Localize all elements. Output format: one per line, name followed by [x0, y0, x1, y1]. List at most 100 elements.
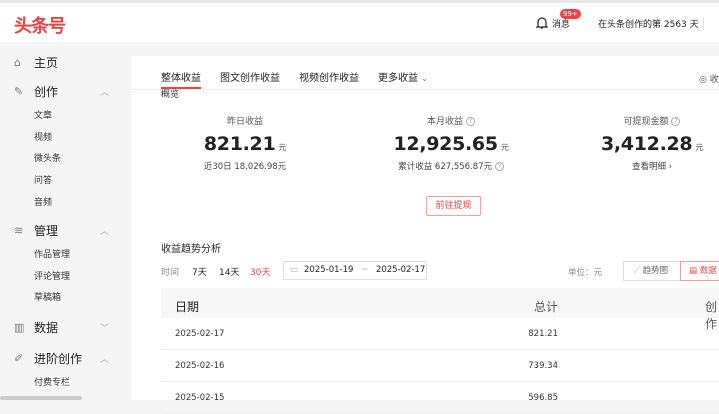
stat-unit: 元: [278, 143, 287, 152]
stat-label-text: 可提现金额: [623, 117, 669, 127]
stat-unit: 元: [500, 143, 509, 152]
sidebar-scrollbar[interactable]: [0, 396, 82, 400]
time-label: 时间: [161, 268, 180, 278]
cell-date: 2025-02-16: [175, 361, 225, 371]
stat-month: 本月收益 ? 12,925.65 元 累计收益 627,556.87元 ?: [351, 114, 551, 172]
help-icon[interactable]: ?: [465, 117, 475, 126]
bell-icon[interactable]: [536, 16, 548, 29]
sidebar-sub-paid-column[interactable]: 付费专栏: [34, 375, 70, 388]
table-row: 2025-02-16 739.34: [161, 350, 719, 382]
table-icon: ▤: [689, 266, 700, 276]
view-details-link[interactable]: 查看明细 ›: [552, 160, 719, 172]
data-table-button[interactable]: ▤ 数据: [680, 261, 719, 281]
table-header: 日期 总计 创作: [161, 288, 719, 331]
pen-icon: ✎: [14, 85, 24, 98]
sidebar-sub-qa[interactable]: 问答: [34, 173, 52, 186]
tab-more-label: 更多收益: [378, 73, 418, 84]
chevron-down-icon[interactable]: ﹀: [100, 321, 109, 334]
stat-label-text: 本月收益: [427, 117, 464, 127]
cell-date: 2025-02-15: [175, 393, 225, 403]
stat-label: 本月收益 ?: [351, 114, 551, 127]
sidebar-item-label: 创作: [34, 85, 59, 99]
income-link-partial[interactable]: ◎ 收: [699, 72, 719, 85]
sidebar-item-create[interactable]: ✎ 创作 ︿: [14, 83, 114, 100]
chevron-down-icon: ⌄: [421, 74, 428, 83]
sidebar-sub-article[interactable]: 文章: [34, 108, 52, 121]
tab-more[interactable]: 更多收益 ⌄: [378, 69, 428, 89]
unit-label: 单位：元: [568, 268, 603, 278]
line-chart-icon: ⟋: [634, 266, 643, 276]
stat-sub: 累计收益 627,556.87元 ?: [351, 160, 551, 172]
message-badge: 99+: [560, 9, 581, 19]
chevron-up-icon[interactable]: ︿: [100, 85, 109, 98]
sidebar-item-manage[interactable]: ≋ 管理 ︿: [14, 222, 114, 239]
chevron-up-icon[interactable]: ︿: [100, 224, 109, 237]
tab-overall[interactable]: 整体收益: [161, 69, 201, 89]
help-icon[interactable]: ?: [671, 117, 681, 126]
stat-sub-text: 累计收益 627,556.87元: [398, 162, 493, 172]
sidebar-sub-video[interactable]: 视频: [34, 130, 52, 143]
cell-date: 2025-02-17: [175, 329, 225, 339]
date-separator: ~: [361, 265, 369, 275]
stat-number: 12,925.65: [393, 133, 499, 155]
creation-days: 在头条创作的第 2563 天: [598, 20, 699, 30]
top-header: 头条号 消息 99+ 在头条创作的第 2563 天: [0, 3, 719, 42]
range-14d[interactable]: 14天: [219, 265, 239, 278]
sidebar-item-label: 数据: [34, 321, 59, 335]
stat-yesterday: 昨日收益 821.21 元 近30日 18,026.98元: [145, 114, 345, 172]
tab-divider: [131, 89, 719, 90]
edit-doc-icon: ✐: [14, 352, 24, 365]
stat-sub: 近30日 18,026.98元: [203, 162, 287, 172]
table-row: 2025-02-15 596.85: [161, 382, 719, 414]
start-date: 2025-01-19: [304, 265, 354, 275]
data-table-label: 数据: [699, 266, 717, 276]
sidebar-sub-works[interactable]: 作品管理: [34, 247, 70, 260]
sidebar-item-label: 管理: [34, 224, 59, 238]
stat-number: 3,412.28: [600, 133, 693, 155]
stat-unit: 元: [695, 143, 704, 152]
stat-label: 昨日收益: [226, 117, 263, 127]
trend-chart-button[interactable]: ⟋ 趋势图: [623, 261, 681, 281]
sidebar-item-advanced[interactable]: ✐ 进阶创作 ︿: [14, 350, 114, 367]
trend-chart-label: 趋势图: [642, 266, 669, 276]
date-range-picker[interactable]: ▭ 2025-01-19 ~ 2025-02-17: [283, 261, 427, 280]
stat-value: 3,412.28 元: [552, 133, 719, 155]
sidebar-sub-audio[interactable]: 音频: [34, 195, 52, 208]
tab-video[interactable]: 视频创作收益: [299, 69, 359, 89]
home-icon: ⌂: [14, 56, 21, 69]
sidebar-sub-weitoutiao[interactable]: 微头条: [34, 151, 61, 164]
overview-heading: 概览: [161, 90, 180, 100]
withdraw-button[interactable]: 前往提现: [426, 196, 481, 216]
main-panel: 整体收益 图文创作收益 视频创作收益 更多收益 ⌄ ◎ 收 概览 昨日收益 82…: [131, 56, 719, 414]
chevron-up-icon[interactable]: ︿: [100, 352, 109, 365]
column-total: 总计: [533, 300, 558, 314]
stat-number: 821.21: [203, 133, 276, 155]
sidebar-sub-comments[interactable]: 评论管理: [34, 269, 70, 282]
cell-total: 596.85: [528, 393, 558, 403]
range-30d[interactable]: 30天: [250, 265, 270, 278]
stat-value: 12,925.65 元: [351, 133, 551, 155]
calendar-icon: ▭: [290, 265, 299, 275]
sidebar-sub-drafts[interactable]: 草稿箱: [34, 290, 61, 303]
sidebar-item-home[interactable]: ⌂ 主页: [14, 54, 114, 71]
sidebar-item-label: 进阶创作: [34, 352, 83, 366]
table-row: 2025-02-17 821.21: [161, 318, 719, 350]
tab-article[interactable]: 图文创作收益: [220, 69, 280, 89]
sidebar-item-data[interactable]: ▥ 数据 ﹀: [14, 319, 114, 336]
income-tabs: 整体收益 图文创作收益 视频创作收益 更多收益 ⌄: [161, 69, 447, 89]
range-7d[interactable]: 7天: [192, 265, 207, 278]
column-date: 日期: [175, 300, 200, 314]
logo[interactable]: 头条号: [14, 12, 66, 38]
header-divider: [703, 18, 704, 30]
help-icon[interactable]: ?: [494, 162, 504, 171]
cell-total: 821.21: [528, 329, 558, 339]
cell-total: 739.34: [528, 361, 558, 371]
bar-chart-icon: ▥: [14, 321, 25, 334]
layers-icon: ≋: [14, 224, 24, 237]
stat-label: 可提现金额 ?: [552, 114, 719, 127]
sidebar-item-label: 主页: [34, 56, 59, 70]
stat-withdrawable: 可提现金额 ? 3,412.28 元 查看明细 ›: [552, 114, 719, 172]
stat-value: 821.21 元: [145, 133, 345, 155]
trend-title: 收益趋势分析: [161, 244, 221, 255]
end-date: 2025-02-17: [375, 265, 426, 275]
